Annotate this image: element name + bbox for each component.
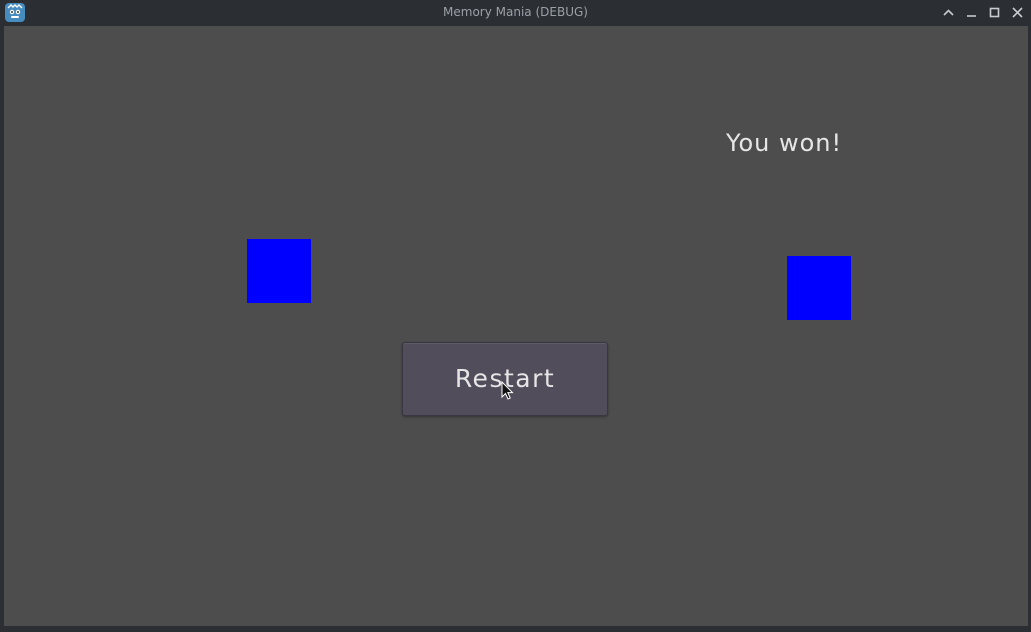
minimize-icon[interactable] <box>963 4 980 21</box>
window-title: Memory Mania (DEBUG) <box>443 5 588 19</box>
title-bar[interactable]: Memory Mania (DEBUG) <box>0 0 1031 25</box>
memory-card[interactable] <box>247 239 311 303</box>
window-bottom-border <box>0 626 1031 632</box>
mouse-cursor-icon <box>501 381 515 401</box>
app-window: Memory Mania (DEBUG) You won! Restart <box>0 0 1031 632</box>
restart-button[interactable]: Restart <box>402 342 608 416</box>
close-icon[interactable] <box>1009 4 1026 21</box>
game-viewport: You won! Restart <box>4 26 1028 626</box>
chevron-up-icon[interactable] <box>940 4 957 21</box>
maximize-icon[interactable] <box>986 4 1003 21</box>
win-message: You won! <box>726 129 843 157</box>
memory-card[interactable] <box>787 256 851 320</box>
